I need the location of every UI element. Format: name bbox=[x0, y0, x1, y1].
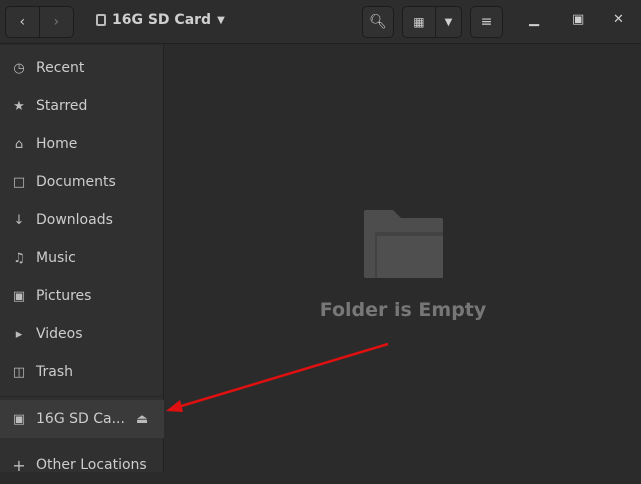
annotation-arrow bbox=[166, 342, 389, 412]
